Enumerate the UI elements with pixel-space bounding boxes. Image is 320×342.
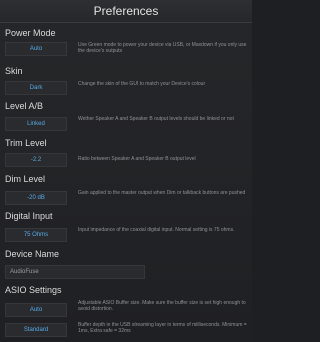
- dim-level-button[interactable]: -20 dB: [5, 191, 67, 205]
- dim-level-description: Gain applied to the master output when D…: [78, 190, 246, 196]
- digital-input-label: Digital Input: [5, 211, 53, 221]
- skin-description: Change the skin of the GUI to match your…: [78, 81, 206, 87]
- power-mode-label: Power Mode: [5, 28, 56, 38]
- power-mode-button[interactable]: Auto: [5, 42, 67, 56]
- trim-level-label: Trim Level: [5, 138, 47, 148]
- device-name-label: Device Name: [5, 249, 60, 259]
- digital-input-description: Input impedance of the coaxial digital i…: [78, 227, 235, 233]
- dim-level-label: Dim Level: [5, 174, 46, 184]
- power-mode-description: Use Green mode to power your device via …: [78, 42, 247, 54]
- title-bar: Preferences: [0, 0, 252, 23]
- trim-level-description: Ratio between Speaker A and Speaker B ou…: [78, 156, 196, 162]
- asio-buffer-description: Adjustable ASIO Buffer size. Make sure t…: [78, 300, 246, 312]
- level-ab-description: Wether Speaker A and Speaker B output le…: [78, 116, 234, 122]
- preferences-panel: Preferences Power Mode Auto Use Green mo…: [0, 0, 252, 342]
- asio-safety-button[interactable]: Standard: [5, 323, 67, 337]
- level-ab-label: Level A/B: [5, 101, 44, 111]
- asio-safety-description: Buffer depth in the USB streaming layer …: [78, 322, 247, 334]
- skin-label: Skin: [5, 66, 23, 76]
- window-title: Preferences: [93, 4, 159, 18]
- asio-settings-label: ASIO Settings: [5, 285, 62, 295]
- level-ab-button[interactable]: Linked: [5, 117, 67, 131]
- asio-buffer-button[interactable]: Auto: [5, 303, 67, 317]
- device-name-input[interactable]: AudioFuse: [5, 265, 145, 279]
- trim-level-button[interactable]: -2.2: [5, 153, 67, 167]
- skin-button[interactable]: Dark: [5, 81, 67, 95]
- digital-input-button[interactable]: 75 Ohms: [5, 228, 67, 242]
